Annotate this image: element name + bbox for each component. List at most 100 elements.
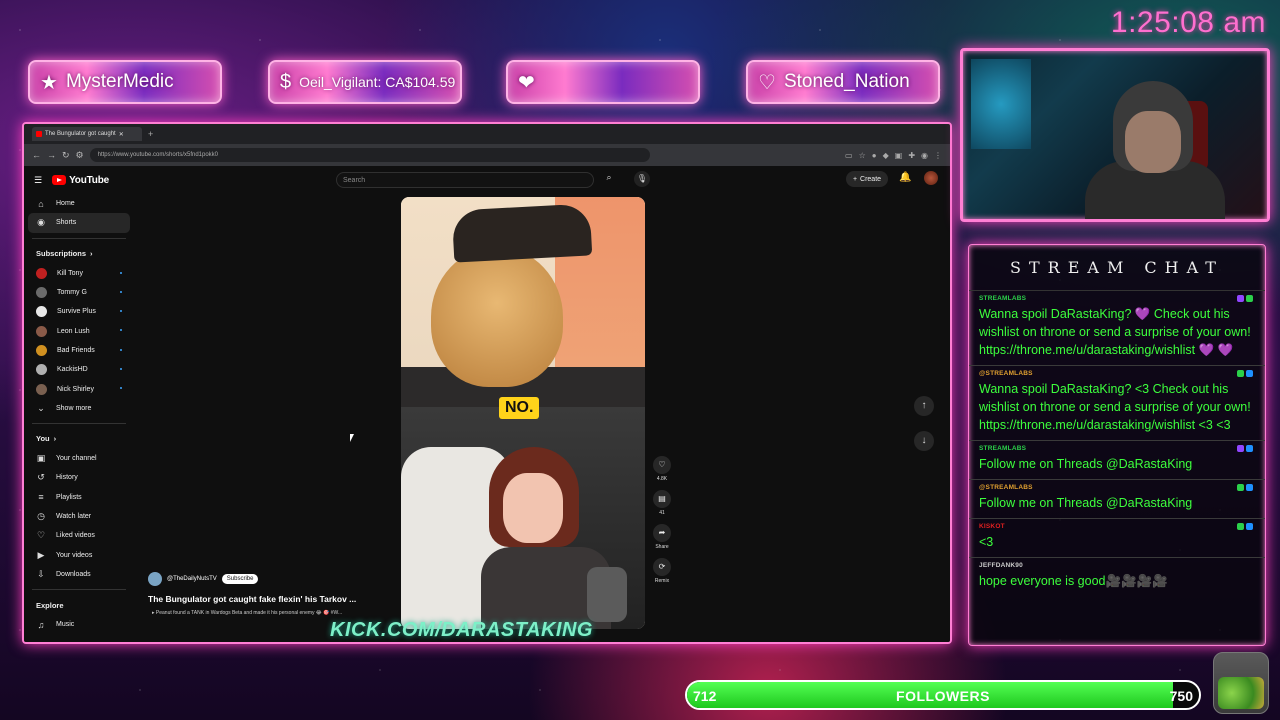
short-channel-row: @TheDailyNutsTV Subscribe xyxy=(148,572,259,586)
youtube-favicon-icon xyxy=(36,131,42,137)
sidebar-item-watch-later[interactable]: ◷ Watch later xyxy=(24,507,134,526)
sidebar-item-home[interactable]: ⌂ Home xyxy=(24,194,134,213)
chat-text: hope everyone is good🎥🎥🎥🎥 xyxy=(979,574,1168,588)
remix-icon[interactable]: ⟳ xyxy=(653,558,671,576)
next-short-button[interactable]: ↓ xyxy=(914,431,934,451)
browser-tab-bar: The Bungulator got caught ✕ + xyxy=(24,124,950,144)
sidebar-item-subscription[interactable]: Leon Lush xyxy=(24,321,134,340)
chat-username: STREAMLABS xyxy=(979,445,1027,452)
previous-short-button[interactable]: ↑ xyxy=(914,396,934,416)
new-tab-icon[interactable]: + xyxy=(148,129,153,139)
sidebar-item-subscription[interactable]: KackisHD xyxy=(24,360,134,379)
remix-label: Remix xyxy=(654,578,670,584)
sidebar-item-subscription[interactable]: Nick Shirley xyxy=(24,379,134,398)
extension-icons: ▭ ☆ ● ◆ ▣ ✚ ◉ ⋮ xyxy=(845,151,942,160)
comment-count: 41 xyxy=(659,510,665,516)
microphone-icon[interactable]: 🎙 xyxy=(634,171,650,187)
shorts-icon: ◉ xyxy=(37,217,45,228)
sidebar-item-subscription[interactable]: Survive Plus xyxy=(24,302,134,321)
chevron-right-icon: › xyxy=(53,434,57,444)
short-description[interactable]: ▸ Peanut found a TANK in Wardogs Beta an… xyxy=(152,610,342,616)
menu-icon[interactable]: ⋮ xyxy=(934,151,942,160)
sidebar-item-your-videos[interactable]: ▶ Your videos xyxy=(24,545,134,564)
channel-avatar[interactable] xyxy=(148,572,162,586)
hamburger-menu-icon[interactable]: ☰ xyxy=(34,175,42,186)
sidebar-item-playlists[interactable]: ≡ Playlists xyxy=(24,488,134,507)
url-field[interactable]: https://www.youtube.com/shorts/x5fnd1pok… xyxy=(89,148,650,162)
sidebar-item-shorts[interactable]: ◉ Shorts xyxy=(28,213,130,233)
follower-goal-target: 750 xyxy=(1169,688,1193,704)
short-video-player[interactable]: NO. xyxy=(401,197,645,629)
reload-icon[interactable]: ↻ xyxy=(62,150,70,161)
new-content-dot xyxy=(120,310,122,313)
youtube-logo[interactable]: YouTube xyxy=(52,175,109,186)
chat-message: KISKOT <3 xyxy=(969,519,1265,558)
search-icon[interactable]: ⌕ xyxy=(599,172,619,188)
divider xyxy=(32,237,126,239)
streamer-face xyxy=(503,473,563,543)
new-content-dot xyxy=(120,290,122,293)
channel-avatar xyxy=(36,344,47,356)
explore-header: Explore xyxy=(36,600,64,610)
recent-cheer-badge: ♡ Stoned_Nation xyxy=(746,60,940,104)
extension-icon[interactable]: ◆ xyxy=(883,151,889,160)
chat-username: KISKOT xyxy=(979,523,1005,530)
mouse-cursor-icon xyxy=(350,434,354,442)
follower-goal-label: FOLLOWERS xyxy=(896,688,990,704)
download-icon: ⇩ xyxy=(37,568,45,579)
cast-icon[interactable]: ▭ xyxy=(845,151,853,160)
cowboy-hat xyxy=(451,203,593,263)
site-info-icon[interactable]: ⚙ xyxy=(76,150,84,161)
sidebar-item-history[interactable]: ↺ History xyxy=(24,468,134,487)
badge-icon xyxy=(1237,295,1244,302)
puzzle-icon[interactable]: ✚ xyxy=(908,151,915,160)
sidebar-item-liked-videos[interactable]: ♡ Liked videos xyxy=(24,526,134,545)
search-input[interactable]: Search xyxy=(336,172,594,188)
youtube-page: ☰ YouTube Search ⌕ 🎙 + Create 🔔 ⌂ Home ◉ Sh… xyxy=(24,166,950,642)
close-tab-icon[interactable]: ✕ xyxy=(119,131,124,138)
profile-icon[interactable]: ◉ xyxy=(921,151,928,160)
sidebar-item-subscription[interactable]: Kill Tony xyxy=(24,264,134,283)
subscriptions-header[interactable]: Subscriptions › xyxy=(24,244,134,264)
extension-icon[interactable]: ● xyxy=(872,151,877,160)
bookmark-icon[interactable]: ☆ xyxy=(859,151,866,160)
sidebar-item-downloads[interactable]: ⇩ Downloads xyxy=(24,565,134,584)
new-content-dot xyxy=(120,348,122,351)
sidebar-item-subscription[interactable]: Bad Friends xyxy=(24,341,134,360)
forward-icon[interactable]: → xyxy=(47,150,56,160)
extension-icon[interactable]: ▣ xyxy=(895,151,903,160)
account-avatar[interactable] xyxy=(924,171,938,185)
user-badges xyxy=(1237,295,1253,302)
notifications-bell-icon[interactable]: 🔔 xyxy=(899,172,911,183)
like-count: 4.8K xyxy=(656,476,668,482)
tip-jar-icon xyxy=(1213,652,1269,714)
recent-follower-badge: ★ MysterMedic xyxy=(28,60,222,104)
badge-icon xyxy=(1237,523,1244,530)
sidebar-item-music[interactable]: ♫ Music xyxy=(24,615,134,634)
comment-icon[interactable]: ▤ xyxy=(653,490,671,508)
streamer-face xyxy=(1125,111,1181,173)
chat-message: STREAMLABS Follow me on Threads @DaRasta… xyxy=(969,441,1265,480)
browser-tab[interactable]: The Bungulator got caught ✕ xyxy=(32,127,142,141)
studio-microphone xyxy=(587,567,627,622)
subscribe-button[interactable]: Subscribe xyxy=(221,574,259,584)
webcam-frame xyxy=(960,48,1270,222)
music-icon: ♫ xyxy=(37,619,45,630)
clock-icon: ◷ xyxy=(37,511,45,521)
back-icon[interactable]: ← xyxy=(32,150,41,160)
show-more-button[interactable]: ⌄ Show more xyxy=(24,399,134,418)
sidebar-item-subscription[interactable]: Tommy G xyxy=(24,283,134,302)
youtube-header: ☰ YouTube Search ⌕ 🎙 + Create 🔔 xyxy=(24,166,950,194)
channel-name[interactable]: @TheDailyNutsTV xyxy=(167,576,217,582)
share-icon[interactable]: ➦ xyxy=(653,524,671,542)
create-button[interactable]: + Create xyxy=(846,171,888,187)
user-badges xyxy=(1237,484,1253,491)
channel-icon: ▣ xyxy=(36,453,46,464)
like-icon[interactable]: ♡ xyxy=(653,456,671,474)
dollar-icon: $ xyxy=(280,70,292,93)
you-header[interactable]: You › xyxy=(24,429,134,449)
short-title[interactable]: The Bungulator got caught fake flexin' h… xyxy=(148,594,408,604)
sidebar-item-your-channel[interactable]: ▣ Your channel xyxy=(24,449,134,468)
youtube-play-icon xyxy=(52,175,67,185)
url-text: https://www.youtube.com/shorts/x5fnd1pok… xyxy=(97,152,219,158)
